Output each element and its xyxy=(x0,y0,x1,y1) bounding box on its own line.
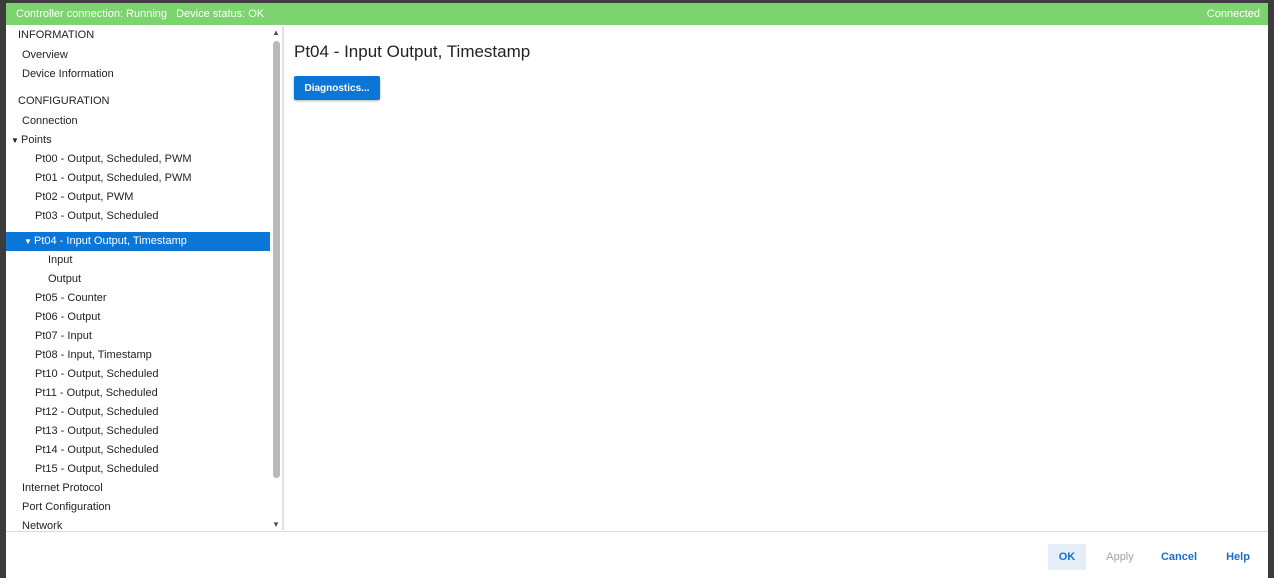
connected-indicator: Connected xyxy=(1206,8,1260,20)
tree-item-pt08[interactable]: Pt08 - Input, Timestamp xyxy=(35,346,282,365)
status-bar-left: Controller connection: Running Device st… xyxy=(16,8,270,20)
scroll-down-icon[interactable]: ▼ xyxy=(272,520,280,529)
help-button[interactable]: Help xyxy=(1218,544,1258,570)
apply-button[interactable]: Apply xyxy=(1100,544,1140,570)
app-window: Controller connection: Running Device st… xyxy=(0,0,1274,581)
tree-item-pt15[interactable]: Pt15 - Output, Scheduled xyxy=(35,460,282,479)
tree-scrollbar[interactable]: ▲ ▼ xyxy=(271,26,282,530)
tree-item-pt07[interactable]: Pt07 - Input xyxy=(35,327,282,346)
tree-item-pt12[interactable]: Pt12 - Output, Scheduled xyxy=(35,403,282,422)
scrollbar-thumb[interactable] xyxy=(273,41,280,478)
tree-item-pt10[interactable]: Pt10 - Output, Scheduled xyxy=(35,365,282,384)
content-panel: Pt04 - Input Output, Timestamp Diagnosti… xyxy=(286,26,1268,530)
tree-item-pt04-input[interactable]: Input xyxy=(48,251,282,270)
page-title: Pt04 - Input Output, Timestamp xyxy=(294,42,531,61)
section-configuration: CONFIGURATION xyxy=(18,95,110,107)
tree-item-pt13[interactable]: Pt13 - Output, Scheduled xyxy=(35,422,282,441)
tree-item-pt04-output[interactable]: Output xyxy=(48,270,282,289)
cancel-button[interactable]: Cancel xyxy=(1158,544,1200,570)
ok-button[interactable]: OK xyxy=(1048,544,1086,570)
tree-item-pt02[interactable]: Pt02 - Output, PWM xyxy=(35,188,282,207)
expand-arrow-icon[interactable]: ▼ xyxy=(24,232,34,251)
tree-item-overview[interactable]: Overview xyxy=(22,46,282,65)
tree-item-connection[interactable]: Connection xyxy=(22,112,282,131)
scroll-up-icon[interactable]: ▲ xyxy=(272,28,280,37)
status-bar: Controller connection: Running Device st… xyxy=(6,3,1268,25)
tree-item-pt04-label: Pt04 - Input Output, Timestamp xyxy=(34,235,187,247)
expand-arrow-icon[interactable]: ▼ xyxy=(11,131,21,150)
tree-item-pt06[interactable]: Pt06 - Output xyxy=(35,308,282,327)
section-information: INFORMATION xyxy=(18,29,95,41)
tree-item-internet-protocol[interactable]: Internet Protocol xyxy=(22,479,282,498)
tree-item-points-label: Points xyxy=(21,134,52,146)
tree-item-pt03[interactable]: Pt03 - Output, Scheduled xyxy=(35,207,282,226)
controller-connection-status: Controller connection: Running xyxy=(16,8,168,20)
tree-item-network[interactable]: Network xyxy=(22,517,282,530)
dialog-footer: OK Apply Cancel Help xyxy=(6,531,1268,581)
tree-item-pt00[interactable]: Pt00 - Output, Scheduled, PWM xyxy=(35,150,282,169)
tree-item-device-information[interactable]: Device Information xyxy=(22,65,282,84)
navigation-tree: INFORMATION Overview Device Information … xyxy=(6,26,284,530)
tree-item-pt05[interactable]: Pt05 - Counter xyxy=(35,289,282,308)
tree-item-pt04-selected[interactable]: ▼ Pt04 - Input Output, Timestamp xyxy=(6,232,270,251)
tree-item-pt14[interactable]: Pt14 - Output, Scheduled xyxy=(35,441,282,460)
diagnostics-button[interactable]: Diagnostics... xyxy=(294,76,380,100)
tree-item-port-configuration[interactable]: Port Configuration xyxy=(22,498,282,517)
device-status: Device status: OK xyxy=(176,8,265,20)
tree-item-points[interactable]: ▼ Points xyxy=(11,131,275,150)
tree-item-pt01[interactable]: Pt01 - Output, Scheduled, PWM xyxy=(35,169,282,188)
tree-item-pt11[interactable]: Pt11 - Output, Scheduled xyxy=(35,384,282,403)
